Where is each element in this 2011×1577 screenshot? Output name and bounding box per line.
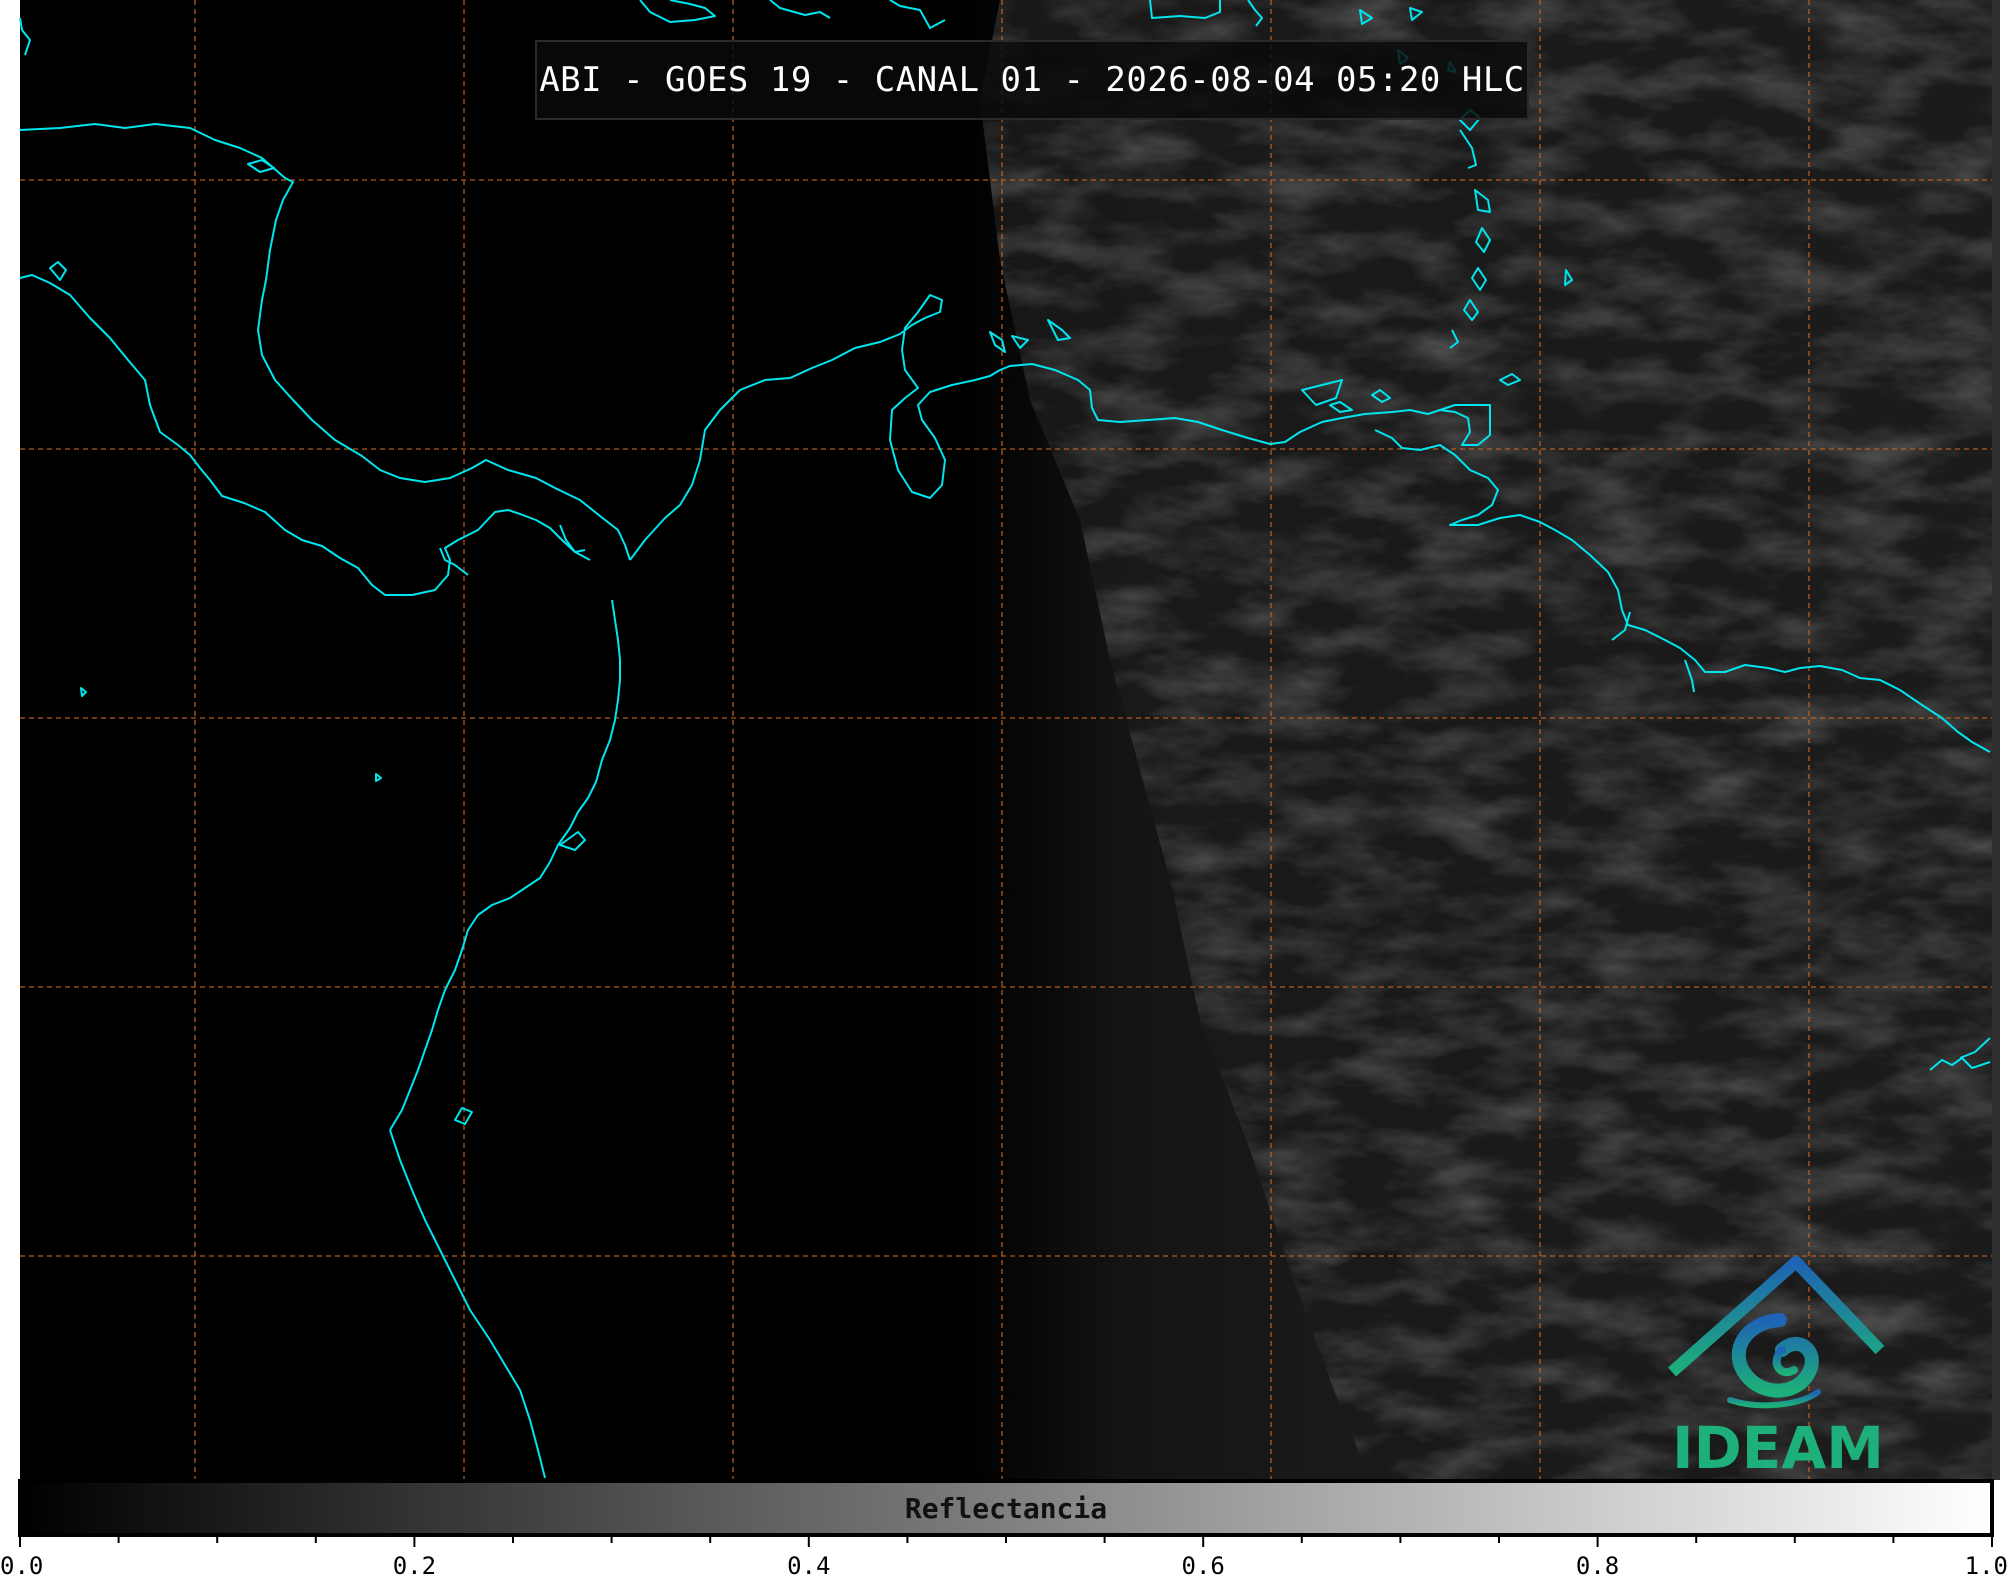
colorbar-label: Reflectancia (905, 1492, 1107, 1525)
colorbar-tick-label: 0.6 (1182, 1552, 1225, 1577)
colorbar-tick-label: 0.4 (787, 1552, 830, 1577)
ideam-logo-text: IDEAM (1672, 1414, 1884, 1482)
colorbar: Reflectancia 0.0 0.2 0.4 0.6 0.8 1.0 (0, 1479, 2008, 1577)
colorbar-ticks: 0.0 0.2 0.4 0.6 0.8 1.0 (0, 1535, 2008, 1577)
colorbar-tick-label: 0.2 (393, 1552, 436, 1577)
map-title: ABI - GOES 19 - CANAL 01 - 2026-08-04 05… (535, 40, 1529, 120)
colorbar-tick-label: 0.0 (0, 1552, 43, 1577)
satellite-map: IDEAM Reflectancia 0.0 0.2 0.4 0.6 0.8 1.0 (0, 0, 2008, 1577)
colorbar-tick-label: 0.8 (1576, 1552, 1619, 1577)
colorbar-tick-label: 1.0 (1965, 1552, 2008, 1577)
